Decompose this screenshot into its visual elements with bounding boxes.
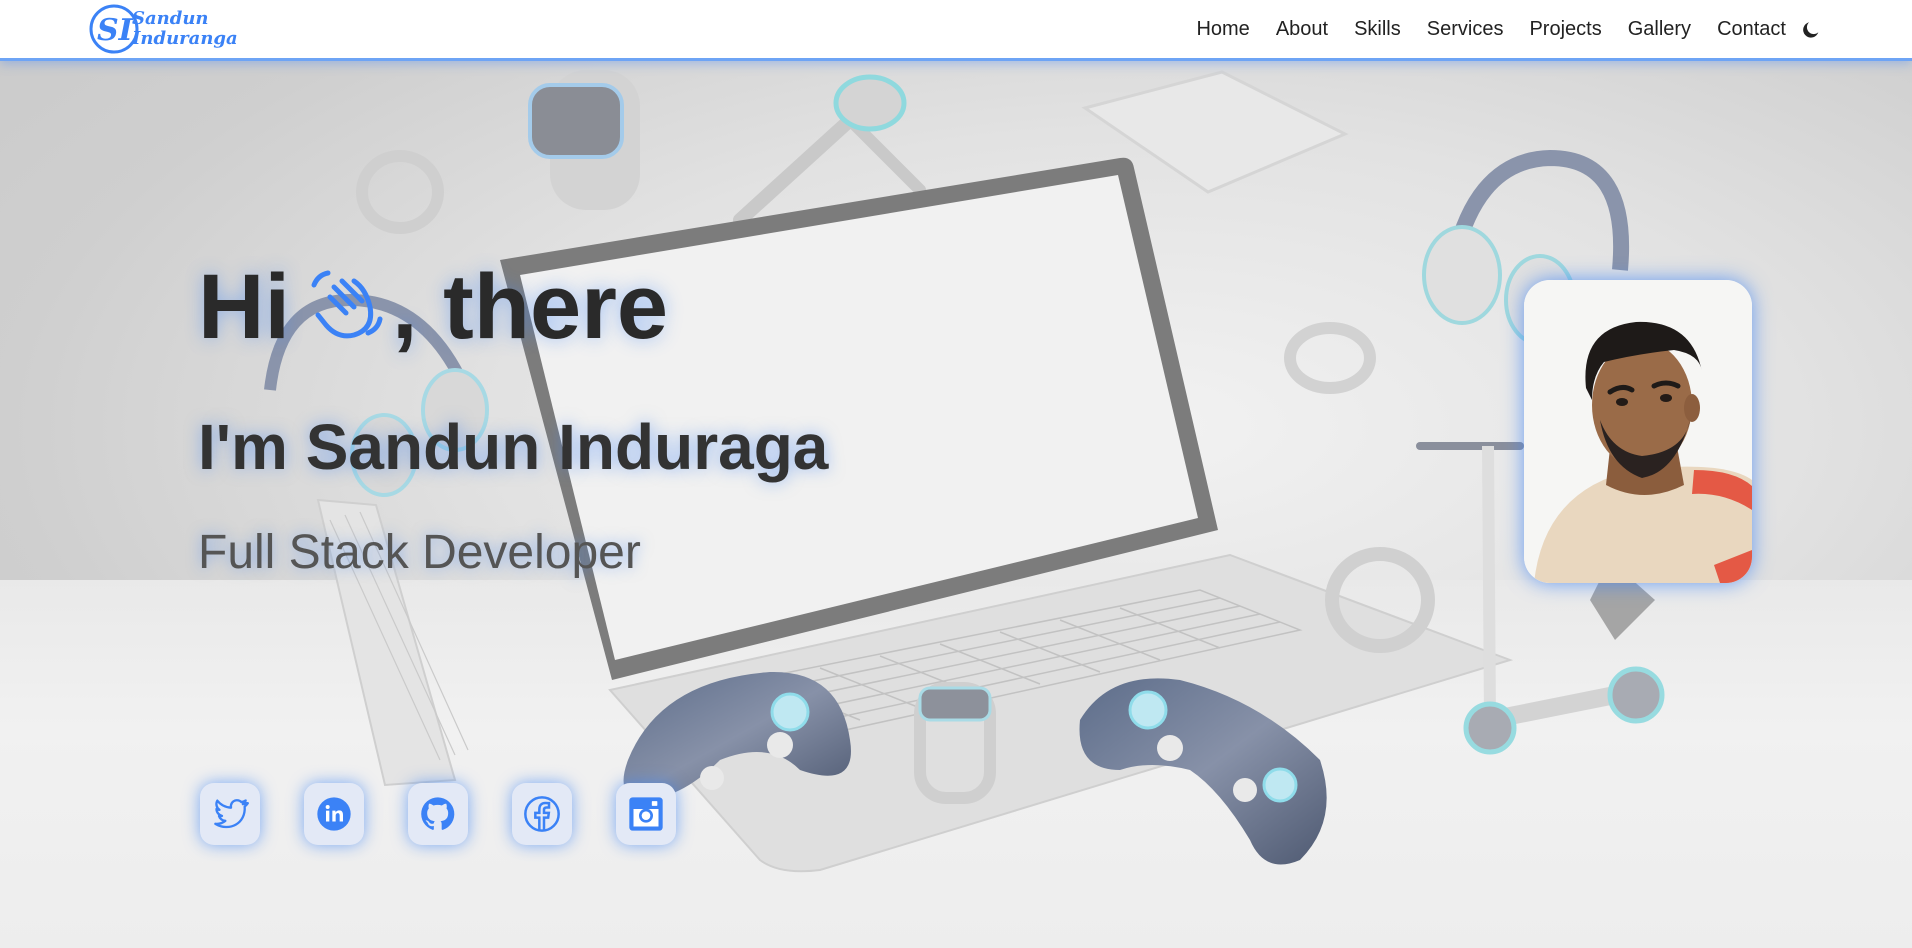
linkedin-link[interactable] <box>304 783 364 845</box>
linkedin-icon <box>317 797 351 831</box>
logo-wordmark: Sandun Induranga <box>132 9 238 49</box>
logo-name-line1: Sandun <box>132 8 209 29</box>
smartwatch-graphic <box>528 70 640 210</box>
nav-home[interactable]: Home <box>1196 18 1249 41</box>
moon-icon[interactable] <box>1800 19 1822 41</box>
main-nav: Home About Skills Services Projects Gall… <box>1170 0 1786 58</box>
nav-about[interactable]: About <box>1276 18 1328 41</box>
svg-text:SI: SI <box>97 13 134 48</box>
profile-photo <box>1524 280 1752 583</box>
instagram-icon <box>629 797 663 831</box>
waving-hand-icon <box>311 270 383 339</box>
greeting-hi: Hi <box>198 255 290 358</box>
facebook-icon <box>524 796 560 832</box>
greeting-there: , there <box>392 255 669 358</box>
instagram-link[interactable] <box>616 783 676 845</box>
profile-portrait-image <box>1524 280 1752 583</box>
twitter-icon <box>214 799 249 829</box>
twitter-link[interactable] <box>200 783 260 845</box>
nav-services[interactable]: Services <box>1427 18 1504 41</box>
hero-name: I'm Sandun Induraga <box>198 411 829 483</box>
facebook-link[interactable] <box>512 783 572 845</box>
nav-gallery[interactable]: Gallery <box>1628 18 1691 41</box>
github-icon <box>421 797 455 830</box>
nav-skills[interactable]: Skills <box>1354 18 1401 41</box>
github-link[interactable] <box>408 783 468 845</box>
nav-contact[interactable]: Contact <box>1717 18 1786 41</box>
logo-name-line2: Induranga <box>132 28 238 49</box>
navbar: SI Sandun Induranga Home About Skills Se… <box>0 0 1912 61</box>
social-links <box>200 783 720 845</box>
hero-greeting: Hi , there <box>198 252 718 362</box>
brand-logo[interactable]: SI Sandun Induranga <box>88 3 238 55</box>
nav-projects[interactable]: Projects <box>1529 18 1601 41</box>
hero-role: Full Stack Developer <box>198 526 641 579</box>
